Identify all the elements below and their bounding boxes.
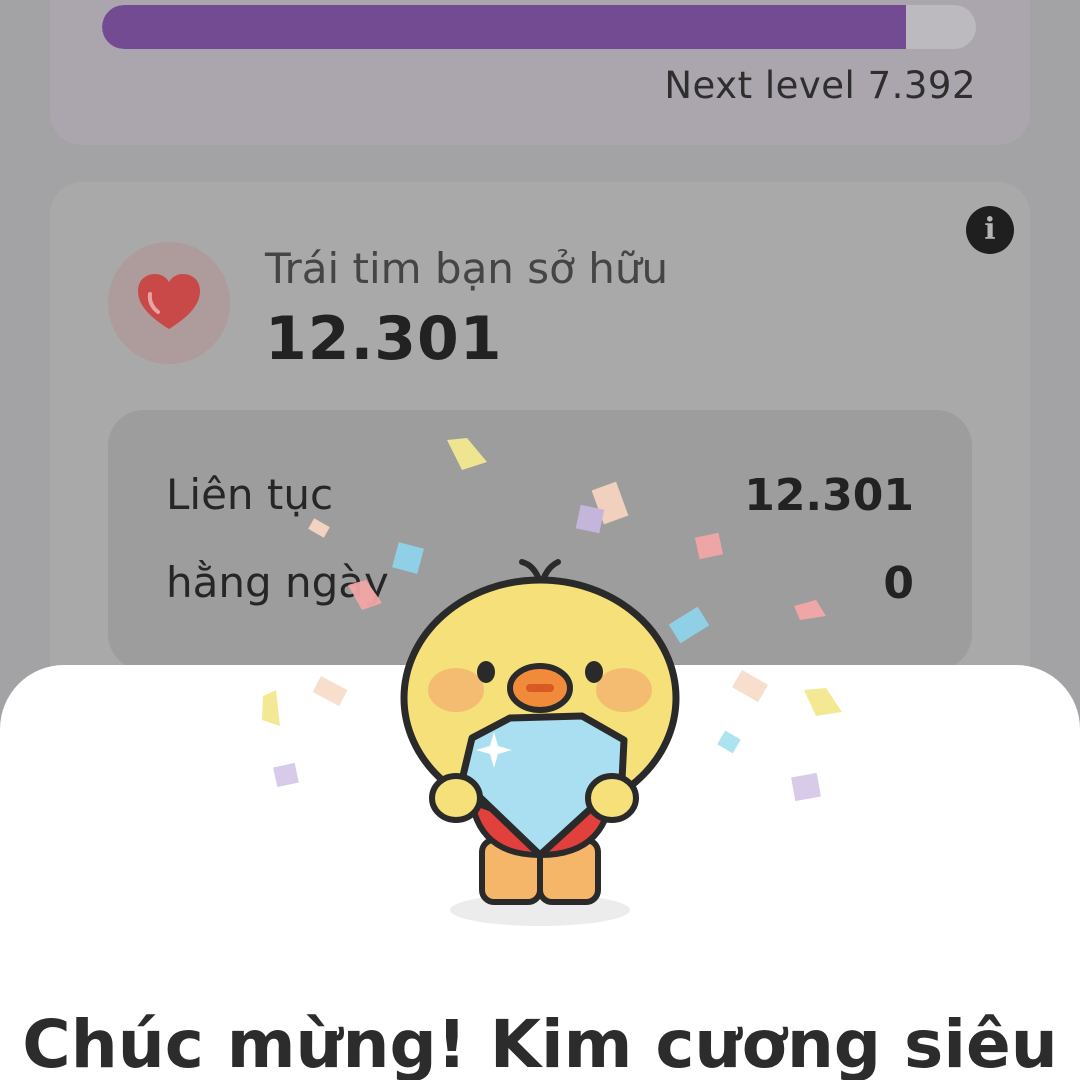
info-icon[interactable]: i — [966, 206, 1014, 254]
reward-title: Chúc mừng! Kim cương siêu — [22, 1006, 1058, 1080]
heart-badge — [108, 242, 230, 364]
hearts-owned-value: 12.301 — [265, 304, 503, 374]
duck-holding-diamond-icon — [400, 559, 680, 926]
heart-icon — [138, 274, 200, 329]
stat-label-daily: hằng ngày — [166, 558, 389, 607]
next-level-label: Next level 7.392 — [664, 64, 976, 107]
stat-value-streak: 12.301 — [744, 470, 914, 521]
hearts-owned-label: Trái tim bạn sở hữu — [265, 244, 669, 293]
level-progress-bar — [102, 5, 976, 49]
stat-value-daily: 0 — [883, 558, 914, 609]
level-progress-fill — [102, 5, 907, 49]
level-card: Next level 7.392 — [50, 0, 1030, 145]
stat-label-streak: Liên tục — [166, 470, 334, 519]
screen: Next level 7.392 i Trái tim bạn sở hữu 1… — [0, 0, 1080, 1080]
